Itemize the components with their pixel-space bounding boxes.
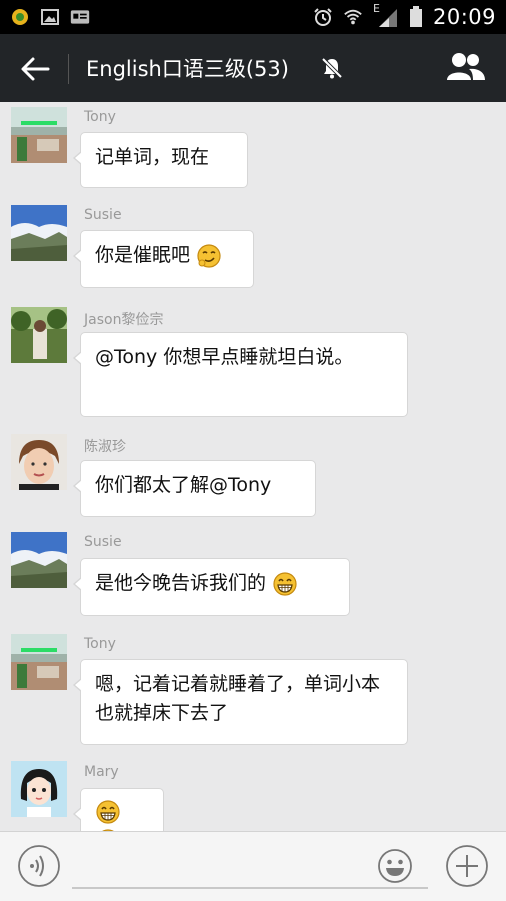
sender-name: Jason黎俭宗 — [84, 312, 164, 328]
message-item: Mary — [0, 754, 506, 853]
status-bar: E 20:09 — [0, 0, 506, 34]
message-icon — [70, 10, 90, 24]
avatar[interactable] — [11, 107, 67, 163]
smirk-emoji-icon — [197, 243, 221, 268]
wifi-icon — [344, 9, 362, 25]
voice-icon[interactable] — [17, 844, 61, 888]
message-bubble[interactable]: 记单词，现在 — [73, 132, 248, 188]
message-bubble[interactable]: 嗯，记着记着就睡着了，单词小本也就掉床下去了 — [73, 659, 408, 745]
message-item: Jason黎俭宗 @Tony 你想早点睡就坦白说。 — [0, 298, 506, 426]
message-text: 是他今晚告诉我们的 — [95, 572, 267, 594]
signal-icon — [378, 9, 397, 27]
message-text: 嗯，记着记着就睡着了，单词小本也就掉床下去了 — [95, 673, 381, 724]
members-icon[interactable] — [446, 50, 486, 84]
app-notification-icon — [12, 9, 28, 25]
sender-name: Tony — [84, 109, 116, 125]
alarm-icon — [314, 8, 332, 26]
grin-emoji-icon — [96, 799, 120, 824]
avatar[interactable] — [11, 434, 67, 490]
message-item: Susie 你是催眠吧 — [0, 198, 506, 298]
sender-name: 陈淑珍 — [84, 439, 126, 455]
message-item: Susie 是他今晚告诉我们的 — [0, 524, 506, 626]
sender-name: Susie — [84, 534, 122, 550]
message-text: @Tony 你想早点睡就坦白说。 — [95, 346, 354, 368]
message-text: 你是催眠吧 — [95, 244, 191, 266]
title-divider — [68, 54, 69, 84]
message-item: 陈淑珍 你们都太了解@Tony — [0, 426, 506, 524]
message-bubble[interactable]: 你是催眠吧 — [73, 230, 254, 288]
input-bar — [0, 831, 506, 901]
sender-name: Susie — [84, 207, 122, 223]
back-arrow-icon[interactable] — [18, 52, 52, 86]
message-text: 记单词，现在 — [95, 146, 210, 168]
title-bar: English口语三级(53) — [0, 34, 506, 102]
plus-icon[interactable] — [445, 844, 489, 888]
message-bubble[interactable]: 你们都太了解@Tony — [73, 460, 316, 517]
clock-time: 20:09 — [432, 5, 496, 29]
avatar[interactable] — [11, 205, 67, 261]
avatar[interactable] — [11, 634, 67, 690]
message-input[interactable] — [72, 887, 428, 889]
message-item: Tony 记单词，现在 — [0, 102, 506, 198]
message-item: Tony 嗯，记着记着就睡着了，单词小本也就掉床下去了 — [0, 626, 506, 754]
avatar[interactable] — [11, 761, 67, 817]
mute-icon — [321, 57, 343, 79]
message-bubble[interactable]: 是他今晚告诉我们的 — [73, 558, 350, 616]
grin-emoji-icon — [273, 571, 297, 596]
avatar[interactable] — [11, 532, 67, 588]
battery-icon — [409, 6, 422, 27]
image-icon — [41, 9, 59, 25]
sender-name: Mary — [84, 764, 119, 780]
chat-title: English口语三级(53) — [86, 57, 289, 81]
avatar[interactable] — [11, 307, 67, 363]
sender-name: Tony — [84, 636, 116, 652]
message-bubble[interactable]: @Tony 你想早点睡就坦白说。 — [73, 332, 408, 417]
message-text: 你们都太了解@Tony — [95, 474, 272, 496]
emoji-icon[interactable] — [377, 848, 413, 884]
